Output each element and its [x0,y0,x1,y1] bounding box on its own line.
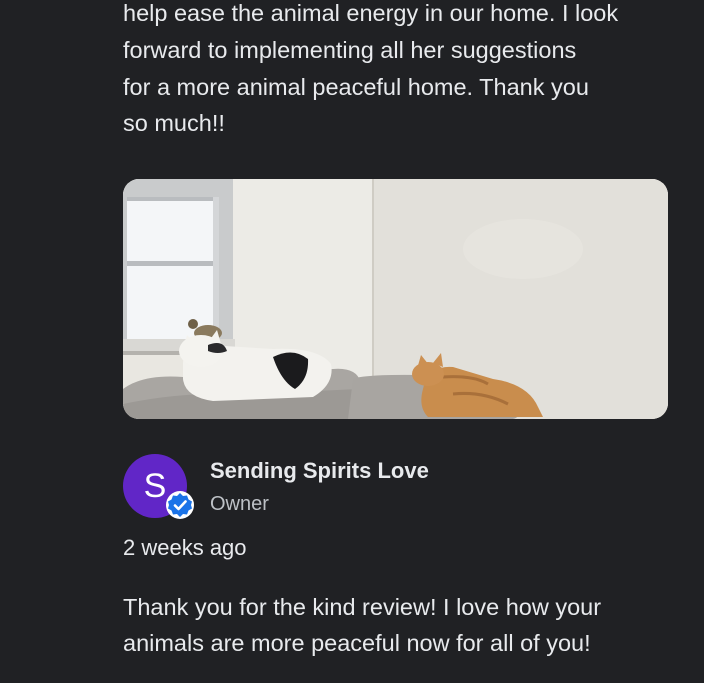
review-photo-image [123,179,668,419]
review-text-line: so much!! [123,110,225,137]
review-text: help ease the animal energy in our home.… [123,0,683,142]
review-text-line: help ease the animal energy in our home.… [123,0,619,26]
review-text-line: for a more animal peaceful home. Thank y… [123,73,589,100]
owner-reply-line: animals are more peaceful now for all of… [123,629,591,656]
owner-response-header: S Sending Spirits Love Owner [123,454,683,520]
avatar-initial: S [143,467,167,505]
owner-reply-text: Thank you for the kind review! I love ho… [123,590,683,661]
review-photo[interactable] [123,179,668,419]
verified-badge-icon [165,490,195,520]
owner-reply-line: Thank you for the kind review! I love ho… [123,594,602,620]
owner-role-label: Owner [210,493,269,515]
owner-name[interactable]: Sending Spirits Love [210,458,429,484]
response-timestamp: 2 weeks ago [123,535,247,560]
review-text-line: forward to implementing all her suggesti… [123,36,577,63]
